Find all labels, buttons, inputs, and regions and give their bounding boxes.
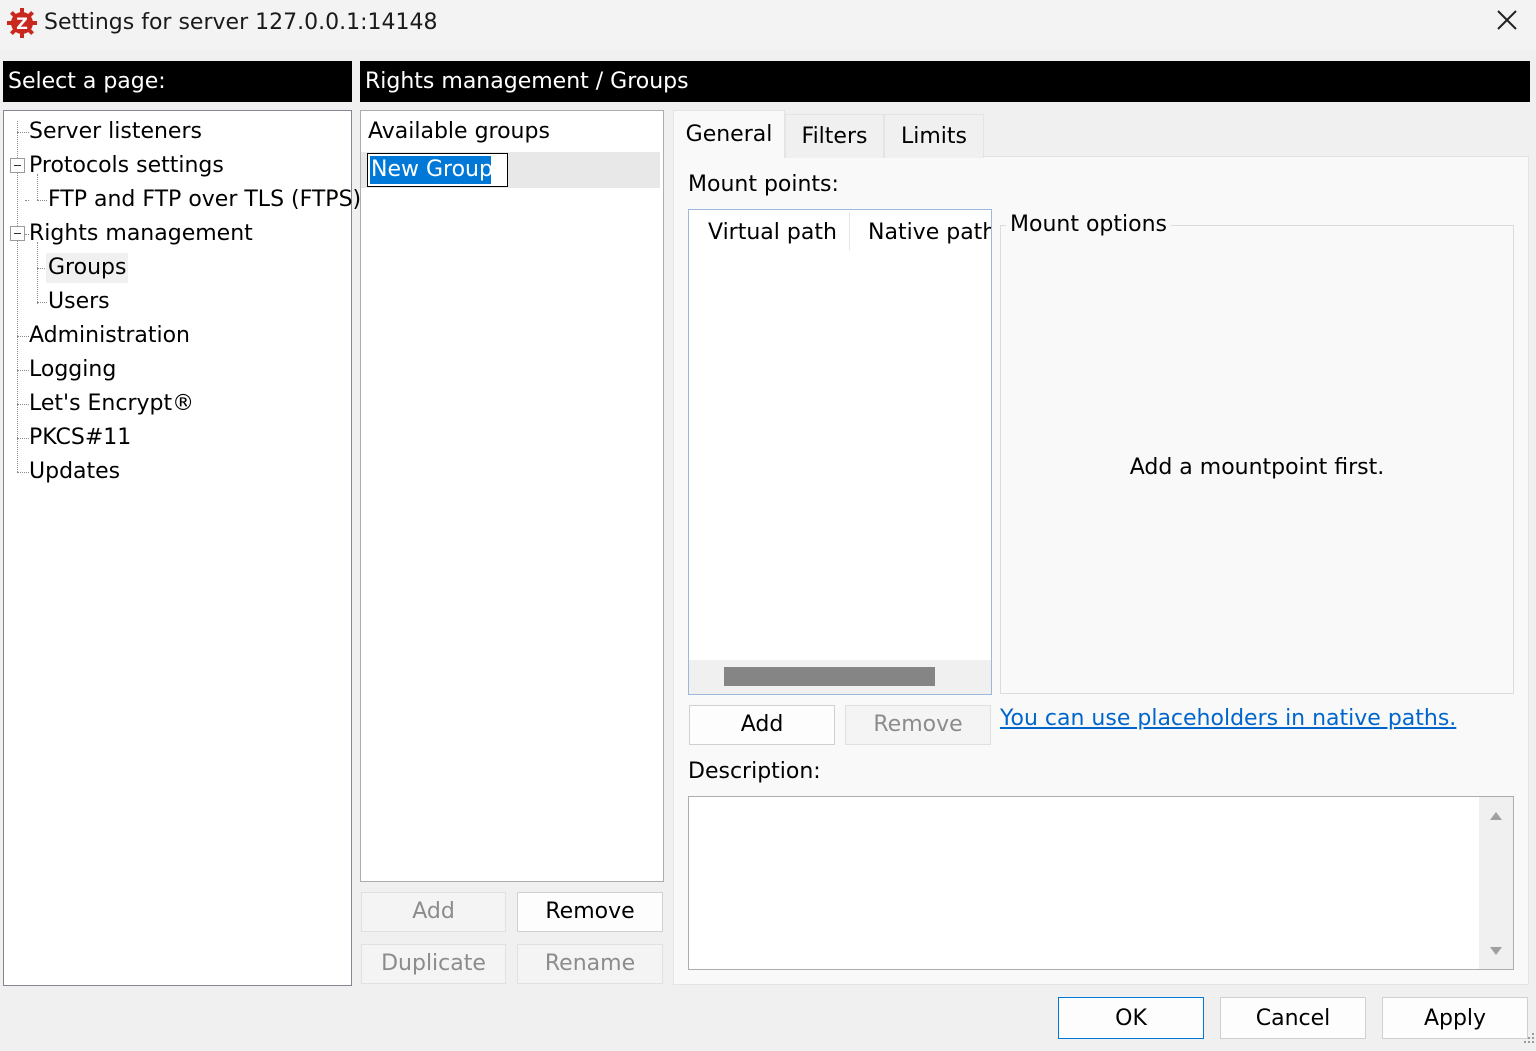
tab-general[interactable]: General [673, 110, 785, 158]
select-page-header: Select a page: [3, 61, 352, 102]
rights-management-collapse-icon[interactable] [10, 226, 25, 241]
tree-item-groups[interactable]: Groups [46, 253, 129, 283]
add-group-button[interactable]: Add [361, 892, 506, 932]
description-textarea[interactable] [688, 796, 1514, 970]
apply-button[interactable]: Apply [1382, 997, 1528, 1039]
tab-limits[interactable]: Limits [884, 114, 984, 158]
scrollbar-thumb[interactable] [724, 667, 935, 686]
add-mountpoint-button[interactable]: Add [689, 705, 835, 745]
scroll-up-arrow-icon[interactable] [1490, 812, 1502, 820]
tree-item-logging[interactable]: Logging [27, 355, 118, 385]
filezilla-server-icon: Z [6, 7, 38, 39]
svg-text:Z: Z [16, 14, 28, 33]
description-vertical-scrollbar[interactable] [1479, 797, 1513, 969]
group-name-edit-text[interactable]: New Group [370, 156, 493, 184]
scroll-down-arrow-icon[interactable] [1490, 947, 1502, 955]
tree-item-users[interactable]: Users [46, 287, 112, 317]
mount-options-label: Mount options [1006, 212, 1171, 237]
tree-item-administration[interactable]: Administration [27, 321, 192, 351]
remove-group-button[interactable]: Remove [517, 892, 663, 932]
groups-list-header: Available groups [368, 119, 550, 144]
tree-item-pkcs11[interactable]: PKCS#11 [27, 423, 133, 453]
tree-item-protocols-settings[interactable]: Protocols settings [27, 151, 226, 181]
tree-item-server-listeners[interactable]: Server listeners [27, 117, 204, 147]
mount-points-label: Mount points: [688, 172, 839, 197]
tree-item-updates[interactable]: Updates [27, 457, 122, 487]
resize-grip-icon[interactable] [1524, 1026, 1536, 1043]
page-tree[interactable]: Server listeners Protocols settings FTP … [3, 110, 361, 986]
ok-button[interactable]: OK [1058, 997, 1204, 1039]
close-icon [1496, 9, 1518, 37]
placeholders-help-link[interactable]: You can use placeholders in native paths… [1000, 706, 1456, 731]
duplicate-group-button[interactable]: Duplicate [361, 944, 506, 984]
tree-item-ftp-ftps[interactable]: FTP and FTP over TLS (FTPS) [46, 185, 363, 215]
column-separator[interactable] [849, 212, 850, 250]
column-header-virtual-path[interactable]: Virtual path [708, 210, 837, 252]
mount-points-list[interactable] [688, 209, 992, 695]
tab-filters[interactable]: Filters [785, 114, 884, 158]
description-label: Description: [688, 759, 821, 784]
remove-mountpoint-button[interactable]: Remove [845, 705, 991, 745]
column-header-native-path[interactable]: Native path [868, 210, 991, 252]
tree-item-lets-encrypt[interactable]: Let's Encrypt® [27, 389, 196, 419]
window-title: Settings for server 127.0.0.1:14148 [44, 10, 438, 35]
protocols-settings-collapse-icon[interactable] [10, 158, 25, 173]
mount-options-empty-message: Add a mountpoint first. [1129, 455, 1385, 480]
tree-item-rights-management[interactable]: Rights management [27, 219, 255, 249]
page-title: Rights management / Groups [360, 61, 1530, 102]
rename-group-button[interactable]: Rename [517, 944, 663, 984]
cancel-button[interactable]: Cancel [1220, 997, 1366, 1039]
groups-list[interactable] [360, 110, 664, 882]
close-button[interactable] [1478, 0, 1536, 46]
